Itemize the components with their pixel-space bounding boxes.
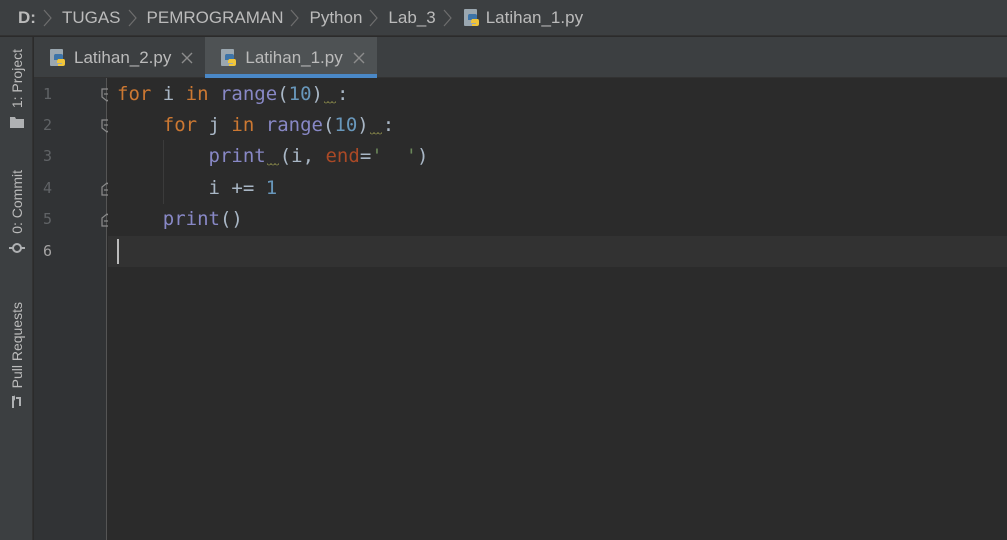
- punctuation: (: [322, 114, 335, 136]
- keyword: in: [185, 83, 209, 105]
- chevron-right-icon: [128, 9, 137, 26]
- line-number: 2: [42, 116, 52, 134]
- commit-icon: [8, 242, 25, 253]
- pep8-warning-squiggle: [323, 79, 337, 110]
- number-literal: 1: [265, 177, 278, 199]
- punctuation: :: [336, 83, 349, 105]
- code-line-5[interactable]: print(): [117, 204, 243, 235]
- tool-window-strip: 1: Project 0: Commit Pull Requests: [0, 37, 33, 540]
- tab-label: Latihan_2.py: [74, 47, 172, 67]
- keyword: for: [162, 114, 198, 136]
- line-number: 3: [42, 147, 52, 165]
- breadcrumb: D: TUGAS PEMROGRAMAN Python Lab_3 Latiha…: [0, 0, 1007, 36]
- punctuation: ): [311, 83, 323, 105]
- builtin: range: [208, 83, 278, 105]
- pull-requests-tool-label: Pull Requests: [8, 302, 25, 389]
- breadcrumb-lab3[interactable]: Lab_3: [388, 8, 435, 28]
- punctuation: (): [219, 208, 243, 230]
- commit-tool-button[interactable]: 0: Commit: [0, 170, 33, 256]
- punctuation: ): [357, 114, 369, 136]
- line-number: 1: [42, 85, 52, 103]
- project-tool-button[interactable]: 1: Project: [0, 49, 33, 130]
- chevron-right-icon: [291, 9, 300, 26]
- breadcrumb-drive[interactable]: D:: [18, 8, 36, 28]
- tab-latihan-1[interactable]: Latihan_1.py: [205, 37, 378, 78]
- tab-label: Latihan_1.py: [245, 47, 343, 67]
- line-number: 4: [42, 179, 52, 197]
- breadcrumb-python[interactable]: Python: [309, 8, 362, 28]
- pep8-warning-squiggle: [266, 141, 280, 172]
- pull-request-icon: [11, 395, 21, 409]
- arguments: (i,: [279, 145, 326, 167]
- breadcrumb-tugas[interactable]: TUGAS: [62, 8, 121, 28]
- keyword: in: [231, 114, 255, 136]
- punctuation: ): [417, 145, 429, 167]
- line-number: 5: [42, 210, 52, 228]
- breadcrumb-file-label: Latihan_1.py: [485, 7, 584, 27]
- code-line-4[interactable]: i += 1: [117, 173, 278, 204]
- punctuation: :: [382, 114, 395, 136]
- tab-latihan-2[interactable]: Latihan_2.py: [34, 37, 205, 78]
- current-line-highlight: [108, 236, 1007, 267]
- builtin: range: [254, 114, 323, 136]
- code-line-2[interactable]: for j in range(10):: [117, 110, 394, 141]
- breadcrumb-file[interactable]: Latihan_1.py: [462, 8, 583, 28]
- identifier: j: [197, 114, 232, 136]
- builtin: print: [208, 145, 266, 167]
- expression: i +=: [208, 177, 266, 199]
- close-icon[interactable]: [181, 52, 193, 64]
- python-file-icon: [50, 48, 66, 66]
- builtin: print: [162, 208, 220, 230]
- editor-gutter[interactable]: 1 2 3 4 5 6: [34, 78, 113, 540]
- breadcrumb-pemrograman[interactable]: PEMROGRAMAN: [147, 8, 284, 28]
- number-literal: 10: [334, 114, 358, 136]
- pep8-warning-squiggle: [369, 110, 383, 141]
- editor-tabs: Latihan_2.py Latihan_1.py: [34, 37, 1007, 78]
- number-literal: 10: [288, 83, 312, 105]
- chevron-right-icon: [43, 9, 52, 26]
- chevron-right-icon: [369, 9, 379, 26]
- close-icon[interactable]: [353, 52, 365, 64]
- code-editor[interactable]: for i in range(10): for j in range(10): …: [108, 78, 1007, 540]
- text-caret: [117, 239, 119, 264]
- code-line-3[interactable]: print (i, end=' '): [117, 141, 429, 172]
- punctuation: =: [359, 145, 372, 167]
- python-file-icon: [463, 8, 479, 26]
- commit-tool-label: 0: Commit: [8, 170, 25, 234]
- project-tool-label: 1: Project: [8, 49, 25, 109]
- line-number: 6: [42, 242, 52, 260]
- pull-requests-tool-button[interactable]: Pull Requests: [0, 302, 33, 410]
- keyword: for: [117, 83, 152, 105]
- code-line-1[interactable]: for i in range(10):: [117, 79, 348, 110]
- keyword-argument: end: [325, 145, 360, 167]
- chevron-right-icon: [443, 9, 452, 26]
- string-literal: ' ': [371, 145, 418, 167]
- punctuation: (: [277, 83, 289, 105]
- folder-icon: [9, 117, 24, 129]
- python-file-icon: [221, 48, 237, 66]
- identifier: i: [151, 83, 186, 105]
